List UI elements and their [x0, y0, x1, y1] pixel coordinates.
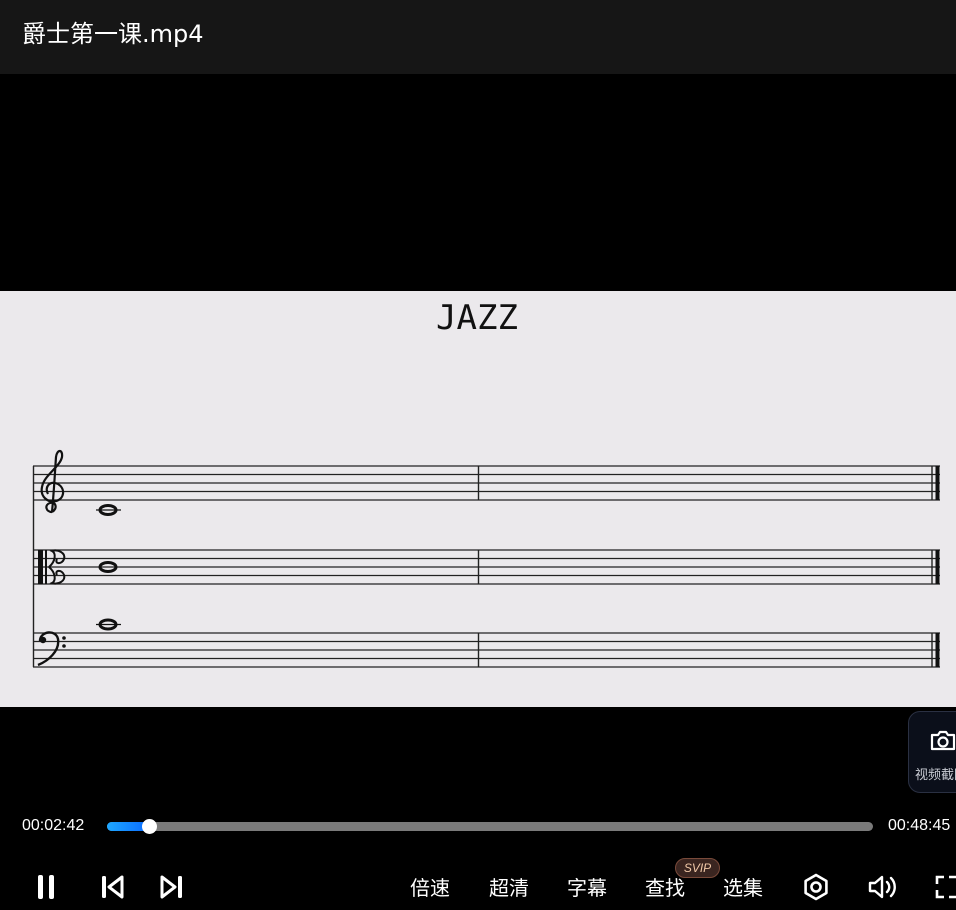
- volume-icon: [868, 875, 896, 899]
- fullscreen-icon: [935, 875, 956, 899]
- bass-clef-icon: [37, 631, 66, 667]
- current-time: 00:02:42: [22, 817, 85, 834]
- search-button[interactable]: 查找: [645, 874, 685, 902]
- treble-staff: [33, 465, 940, 501]
- skip-next-icon: [160, 875, 182, 899]
- settings-icon: [804, 873, 828, 901]
- frame-title: JAZZ: [436, 298, 518, 338]
- video-frame: JAZZ: [0, 291, 956, 707]
- progress-bar[interactable]: [107, 819, 873, 834]
- bass-staff: [33, 632, 940, 668]
- progress-handle[interactable]: [142, 819, 158, 834]
- title-bar: 爵士第一课.mp4: [0, 0, 956, 74]
- music-staff-sheet: JAZZ: [32, 298, 940, 668]
- treble-clef-icon: [40, 449, 65, 514]
- svip-badge: SVIP: [675, 858, 720, 878]
- camera-icon: [930, 730, 956, 751]
- total-time: 00:48:45: [888, 817, 951, 834]
- skip-previous-icon: [102, 875, 124, 899]
- next-button[interactable]: [158, 870, 186, 904]
- pause-button[interactable]: [32, 870, 60, 904]
- quality-button[interactable]: 超清: [489, 874, 529, 902]
- video-screenshot-button[interactable]: 视频截图: [908, 711, 956, 793]
- speed-button[interactable]: 倍速: [410, 874, 450, 902]
- episodes-button[interactable]: 选集: [723, 874, 763, 902]
- pause-icon: [38, 875, 54, 899]
- subtitle-button[interactable]: 字幕: [567, 874, 607, 902]
- fullscreen-button[interactable]: [934, 870, 956, 904]
- volume-button[interactable]: [866, 870, 900, 904]
- previous-button[interactable]: [98, 870, 126, 904]
- screenshot-label: 视频截图: [915, 768, 956, 783]
- alto-staff: [33, 549, 940, 585]
- video-title: 爵士第一课.mp4: [22, 20, 204, 48]
- settings-button[interactable]: [801, 870, 831, 904]
